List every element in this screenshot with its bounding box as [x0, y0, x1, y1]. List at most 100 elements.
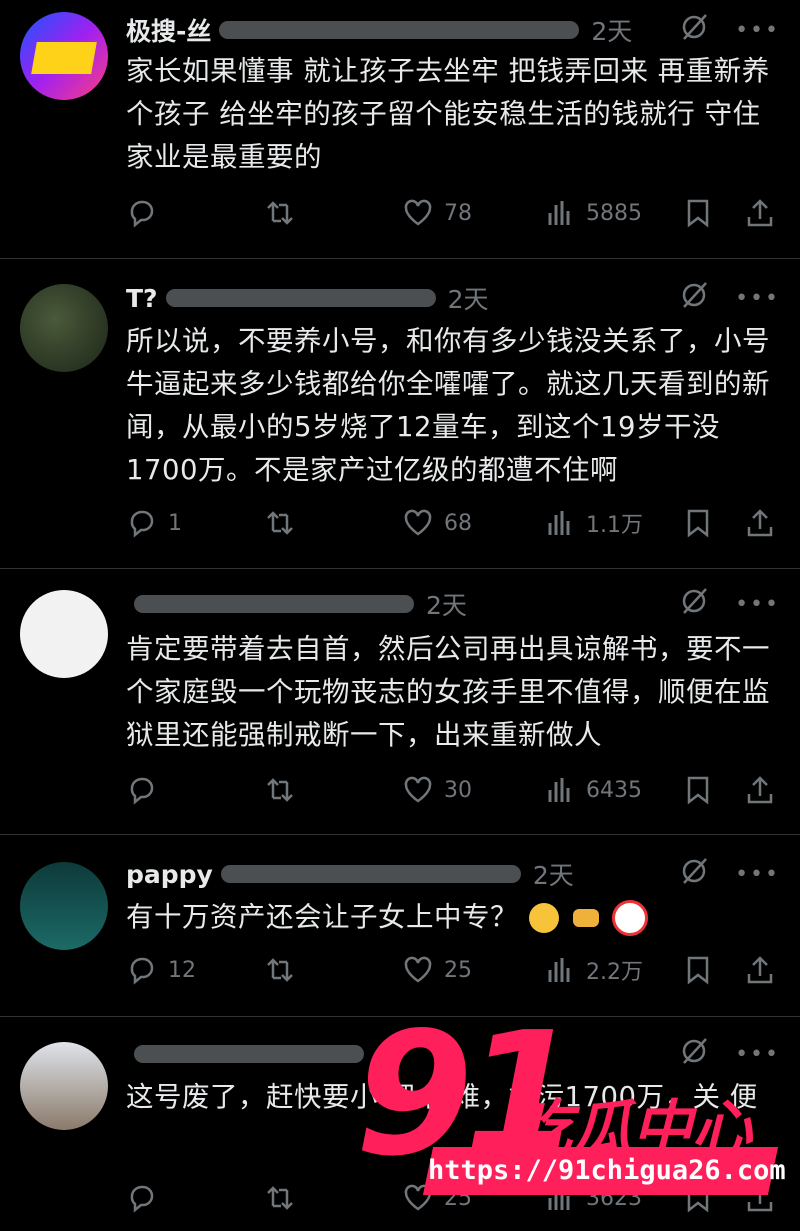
clown-emoji-icon [611, 900, 648, 936]
avatar[interactable] [20, 284, 108, 372]
heart-icon [404, 509, 432, 536]
views-button[interactable]: 1.1万 [544, 507, 643, 539]
author-name[interactable]: T? [126, 284, 158, 313]
grok-icon[interactable] [679, 856, 709, 892]
views-button[interactable]: 2.2万 [544, 954, 643, 986]
like-count: 68 [444, 510, 472, 536]
reply-button[interactable] [126, 1182, 168, 1214]
bookmark-icon [687, 776, 709, 805]
grok-icon[interactable] [679, 586, 709, 622]
bookmark-icon [687, 509, 709, 538]
repost-icon [267, 778, 293, 802]
more-icon[interactable]: ••• [735, 18, 780, 43]
repost-button[interactable] [264, 507, 296, 539]
post-time[interactable]: 2天 [426, 586, 467, 622]
post-4[interactable]: pappy 2天 ••• 有十万资产还会让子女上中专？ 12 25 2.2万 [0, 834, 800, 1017]
like-count: 78 [444, 200, 472, 226]
like-count: 25 [444, 957, 472, 983]
reply-count: 1 [168, 510, 182, 536]
watermark-url-text: https://91chigua26.com [428, 1155, 786, 1186]
post-header: T? 2天 ••• [126, 280, 780, 316]
reply-button[interactable] [126, 197, 168, 229]
bookmark-button[interactable] [682, 507, 714, 539]
avatar[interactable] [20, 1042, 108, 1130]
like-button[interactable]: 25 [402, 954, 472, 986]
post-header: pappy 2天 ••• [126, 856, 780, 892]
author-name[interactable]: pappy [126, 860, 213, 889]
share-icon [747, 776, 773, 804]
more-icon[interactable]: ••• [735, 592, 780, 617]
avatar[interactable] [20, 590, 108, 678]
repost-icon [267, 1186, 293, 1210]
view-count: 1.1万 [586, 513, 643, 538]
views-button[interactable]: 6435 [544, 774, 642, 806]
post-2[interactable]: T? 2天 ••• 所以说，不要养小号，和你有多少钱没关系了，小号牛逼起来多少钱… [0, 258, 800, 569]
bookmark-button[interactable] [682, 774, 714, 806]
post-text: 所以说，不要养小号，和你有多少钱没关系了，小号牛逼起来多少钱都给你全嚯嚯了。就这… [126, 325, 770, 486]
repost-icon [267, 511, 293, 535]
share-button[interactable] [744, 954, 776, 986]
post-header: 2天 ••• [126, 586, 780, 622]
redacted-handle [134, 1045, 364, 1063]
bookmark-icon [687, 956, 709, 985]
post-text: 肯定要带着去自首，然后公司再出具谅解书，要不一个家庭毁一个玩物丧志的女孩手里不值… [126, 633, 770, 751]
post-header: 极搜-丝 2天 ••• [126, 12, 780, 48]
repost-button[interactable] [264, 197, 296, 229]
like-count: 30 [444, 777, 472, 803]
grok-icon[interactable] [679, 12, 709, 48]
heart-icon [404, 199, 432, 226]
reply-icon [130, 510, 154, 538]
pointing-hand-emoji-icon [572, 909, 599, 927]
post-time[interactable]: 2天 [448, 280, 489, 316]
rofl-emoji-icon [529, 903, 560, 933]
post-1[interactable]: 极搜-丝 2天 ••• 家长如果懂事 就让孩子去坐牢 把钱弄回来 再重新养个孩子… [0, 0, 800, 259]
watermark-url: https://91chigua26.com [422, 1147, 786, 1195]
share-button[interactable] [744, 507, 776, 539]
repost-icon [267, 958, 293, 982]
redacted-handle [134, 595, 414, 613]
action-bar: 78 5885 [126, 193, 780, 233]
views-icon [548, 958, 570, 982]
share-icon [747, 199, 773, 227]
reply-icon [130, 777, 154, 805]
author-name[interactable]: 极搜-丝 [126, 12, 211, 48]
like-button[interactable]: 30 [402, 774, 472, 806]
repost-button[interactable] [264, 1182, 296, 1214]
reply-icon [130, 957, 154, 985]
post-3[interactable]: 2天 ••• 肯定要带着去自首，然后公司再出具谅解书，要不一个家庭毁一个玩物丧志… [0, 568, 800, 835]
share-button[interactable] [744, 197, 776, 229]
post-time[interactable]: 2天 [591, 12, 632, 48]
avatar[interactable] [20, 862, 108, 950]
repost-button[interactable] [264, 774, 296, 806]
view-count: 6435 [586, 777, 642, 803]
post-text: 有十万资产还会让子女上中专？ [126, 901, 518, 933]
like-button[interactable]: 68 [402, 507, 472, 539]
view-count: 5885 [586, 200, 642, 226]
repost-button[interactable] [264, 954, 296, 986]
post-time[interactable]: 2天 [533, 856, 574, 892]
action-bar: 1 68 1.1万 [126, 503, 780, 543]
share-icon [747, 956, 773, 984]
share-icon [747, 509, 773, 537]
reply-button[interactable]: 1 [126, 507, 182, 539]
views-icon [548, 511, 570, 535]
grok-icon[interactable] [679, 1036, 709, 1072]
avatar[interactable] [20, 12, 108, 100]
share-button[interactable] [744, 774, 776, 806]
heart-icon [404, 956, 432, 983]
reply-button[interactable]: 12 [126, 954, 196, 986]
redacted-handle [219, 21, 580, 39]
more-icon[interactable]: ••• [735, 286, 780, 311]
reply-button[interactable] [126, 774, 168, 806]
views-button[interactable]: 5885 [544, 197, 642, 229]
views-icon [548, 778, 570, 802]
bookmark-button[interactable] [682, 954, 714, 986]
like-button[interactable]: 78 [402, 197, 472, 229]
more-icon[interactable]: ••• [735, 862, 780, 887]
grok-icon[interactable] [679, 280, 709, 316]
reply-icon [130, 1185, 154, 1213]
redacted-handle [165, 289, 436, 307]
reply-icon [130, 200, 154, 228]
bookmark-button[interactable] [682, 197, 714, 229]
more-icon[interactable]: ••• [735, 1042, 780, 1067]
